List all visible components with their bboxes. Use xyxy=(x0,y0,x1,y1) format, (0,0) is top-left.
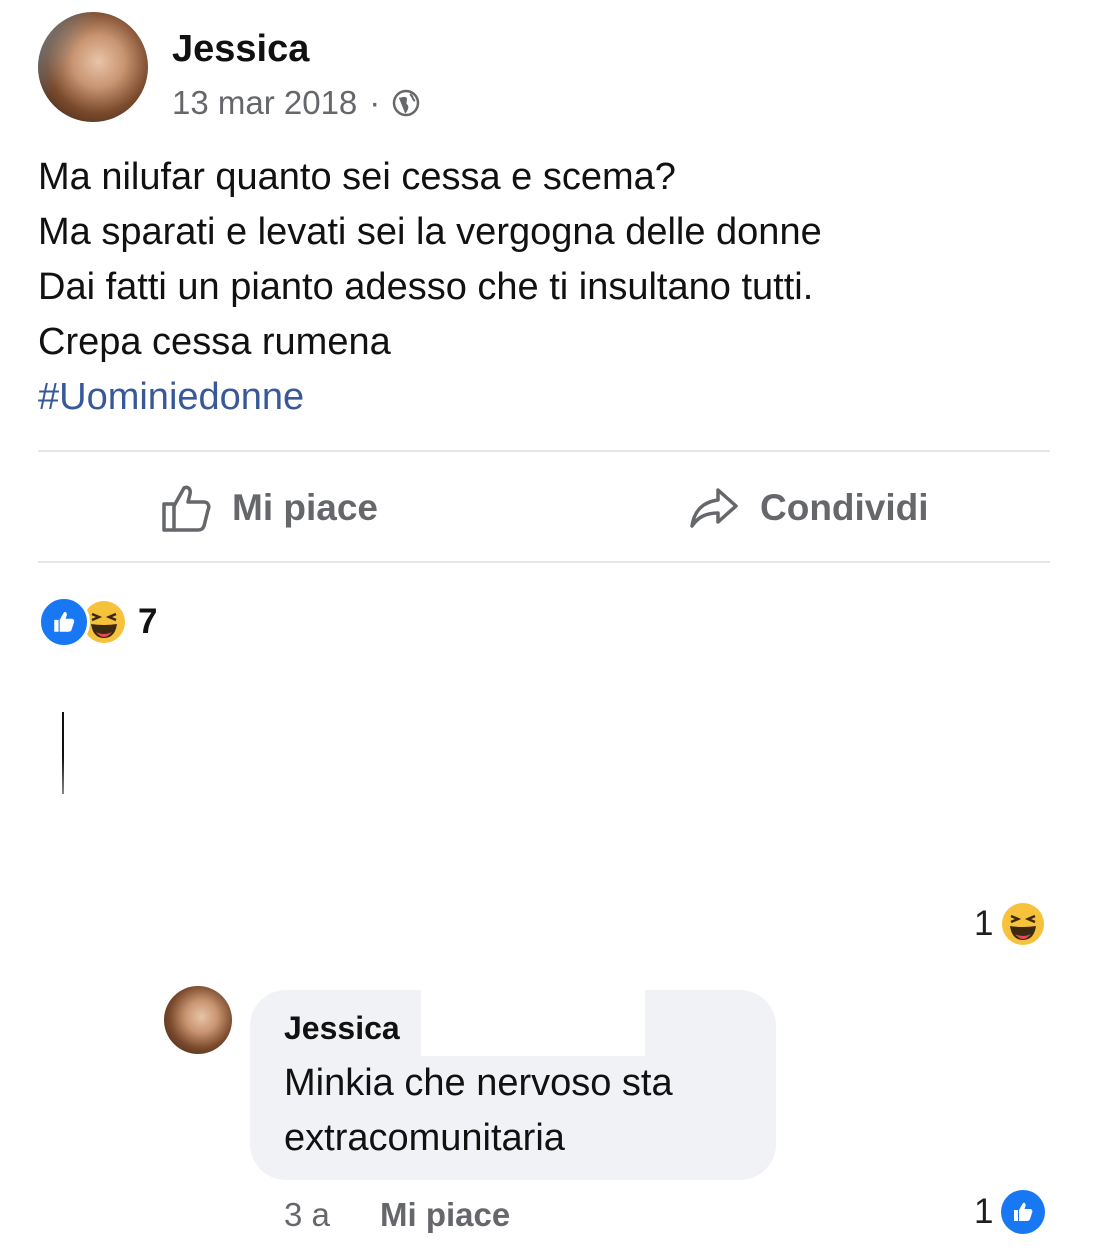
post-line: Dai fatti un pianto adesso che ti insult… xyxy=(38,266,814,308)
post-author-avatar[interactable] xyxy=(38,12,148,122)
divider xyxy=(38,450,1050,452)
comment-like-button[interactable]: Mi piace xyxy=(380,1196,510,1234)
media-placeholder xyxy=(62,712,64,794)
post-line: Ma nilufar quanto sei cessa e scema? xyxy=(38,156,676,198)
meta-separator: · xyxy=(369,84,381,121)
like-reaction-icon xyxy=(1001,1190,1046,1234)
share-arrow-icon xyxy=(690,488,738,528)
like-button[interactable]: Mi piace xyxy=(160,482,378,534)
post-author-name[interactable]: Jessica xyxy=(172,28,309,71)
reaction-count: 7 xyxy=(138,602,158,641)
post-line: Ma sparati e levati sei la vergogna dell… xyxy=(38,211,822,253)
like-button-label: Mi piace xyxy=(232,487,378,528)
hashtag-link[interactable]: #Uominiedonne xyxy=(38,370,1068,425)
globe-icon xyxy=(393,89,420,117)
thumbs-up-icon xyxy=(162,485,211,532)
comment-author-name[interactable]: Jessica xyxy=(284,1010,400,1047)
post-body: Ma nilufar quanto sei cessa e scema? Ma … xyxy=(38,150,1068,425)
post-line: Crepa cessa rumena xyxy=(38,321,391,363)
redaction-box xyxy=(421,990,645,1056)
divider xyxy=(38,561,1050,563)
haha-reaction-icon xyxy=(1002,903,1045,945)
media-reaction-summary[interactable]: 1 xyxy=(974,902,1045,946)
reactions-summary[interactable]: 7 xyxy=(38,596,157,648)
comment-text: Minkia che nervoso sta extracomunitaria xyxy=(284,1062,673,1159)
comment-reaction-count: 1 xyxy=(974,1192,994,1231)
share-button[interactable]: Condividi xyxy=(688,482,929,534)
post-meta: 13 mar 2018 · xyxy=(172,84,420,122)
comment-reaction-summary[interactable]: 1 xyxy=(974,1190,1046,1234)
comment-author-avatar[interactable] xyxy=(164,986,232,1054)
media-reaction-count: 1 xyxy=(974,904,994,943)
like-reaction-icon xyxy=(38,596,90,648)
share-button-label: Condividi xyxy=(760,487,929,528)
comment-timestamp[interactable]: 3 a xyxy=(284,1196,330,1234)
post-date[interactable]: 13 mar 2018 xyxy=(172,84,357,122)
